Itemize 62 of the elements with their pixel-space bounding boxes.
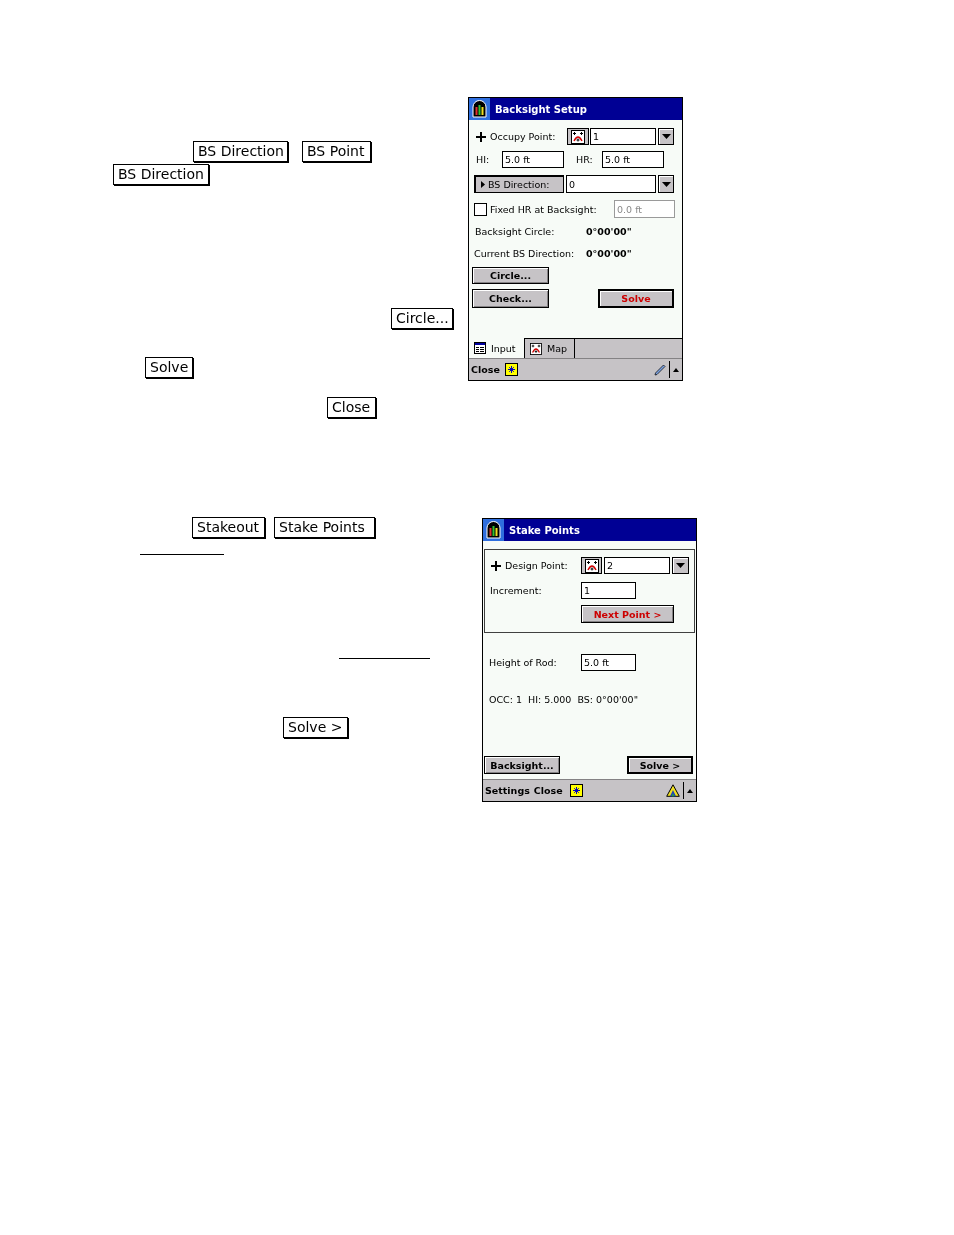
field-label: Height of Rod: — [489, 657, 558, 668]
boxed-label: Stakeout — [192, 517, 265, 538]
boxed-label: Close — [327, 397, 376, 418]
input-field[interactable]: 5.0 ft — [602, 151, 664, 168]
backsight-button[interactable]: Backsight... — [484, 756, 560, 774]
caret-icon — [676, 563, 685, 568]
window-title: Stake Points — [509, 524, 580, 536]
caret-icon — [661, 134, 671, 139]
input-field[interactable]: 2 — [604, 557, 670, 574]
readout-label: Backsight Circle: — [475, 225, 556, 237]
field-label: HI: — [476, 154, 491, 165]
map-button[interactable] — [567, 128, 589, 145]
triangle-icon[interactable] — [666, 784, 680, 797]
input-field[interactable]: 1 — [590, 128, 656, 145]
star-icon[interactable] — [569, 784, 583, 797]
readout-label: Current BS Direction: — [474, 247, 576, 259]
readout-value: 0°00'00" — [586, 247, 632, 259]
boxed-label: Solve > — [283, 717, 348, 738]
map-icon — [530, 342, 542, 355]
menu-item[interactable]: Close — [533, 785, 563, 796]
boxed-label: Stake Points — [274, 517, 375, 538]
window-title: Backsight Setup — [495, 103, 587, 115]
check-button[interactable]: Check... — [472, 289, 549, 308]
circle-button[interactable]: Circle... — [472, 267, 549, 284]
menu-item[interactable]: Settings — [485, 785, 530, 796]
field-label: HR: — [576, 154, 594, 165]
field-label: Increment: — [490, 585, 543, 596]
pen-icon[interactable] — [654, 363, 666, 376]
status-text: OCC: 1 HI: 5.000 BS: 0°00'00" — [489, 693, 638, 705]
caret-icon[interactable] — [687, 788, 693, 793]
caret-icon[interactable] — [673, 367, 679, 372]
map-button[interactable] — [581, 557, 602, 574]
field-label: Design Point: — [505, 560, 569, 571]
caret-icon — [481, 181, 485, 188]
app-icon[interactable] — [469, 98, 490, 120]
input-field[interactable]: 5.0 ft — [581, 654, 636, 671]
solve-button[interactable]: Solve > — [627, 756, 693, 774]
map-icon — [571, 129, 585, 144]
form-icon — [474, 342, 486, 354]
input-field[interactable]: 5.0 ft — [502, 151, 564, 168]
readout-value: 0°00'00" — [586, 225, 632, 237]
map-icon — [584, 558, 599, 573]
input-field[interactable]: 0 — [566, 175, 656, 193]
checkbox-label: Fixed HR at Backsight: — [490, 203, 598, 215]
selector-button[interactable]: BS Direction: — [474, 175, 564, 193]
boxed-label: Solve — [145, 357, 193, 378]
boxed-label: BS Direction — [113, 164, 209, 185]
app-icon[interactable] — [483, 519, 504, 541]
boxed-label: Circle... — [391, 308, 453, 329]
dropdown-button[interactable] — [658, 175, 674, 193]
boxed-label: BS Direction — [193, 141, 288, 162]
menu-item[interactable]: Close — [471, 364, 500, 375]
input-field[interactable]: 1 — [581, 582, 636, 599]
plus-icon[interactable] — [491, 560, 501, 571]
tab[interactable]: Input — [469, 338, 525, 358]
star-icon[interactable] — [504, 363, 518, 376]
caret-icon — [661, 181, 671, 187]
dropdown-button[interactable] — [672, 557, 689, 574]
boxed-label: BS Point — [302, 141, 371, 162]
plus-icon[interactable] — [476, 131, 486, 142]
field-label: Occupy Point: — [490, 131, 557, 142]
dropdown-button[interactable] — [658, 128, 674, 145]
